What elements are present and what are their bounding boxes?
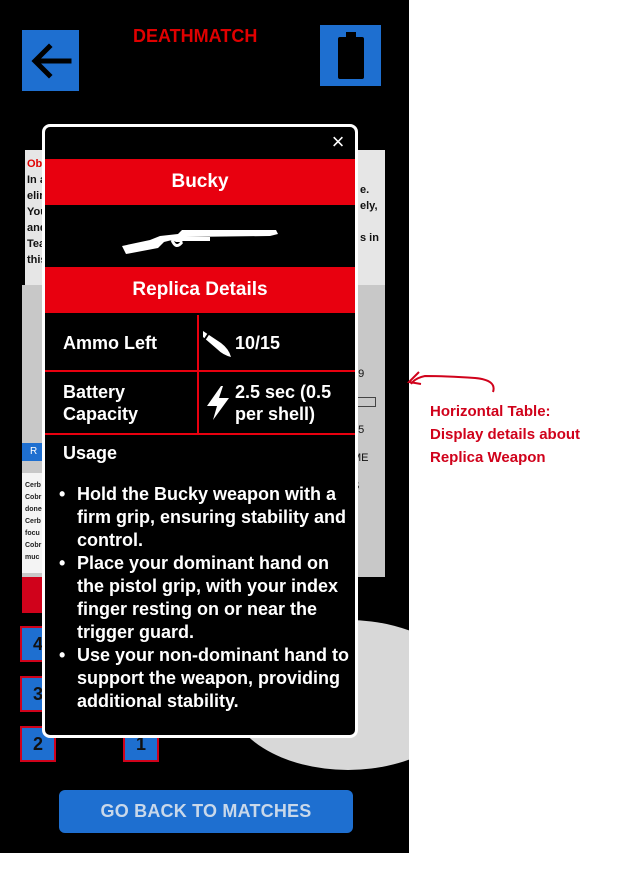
team-list-text: Cerb Cobr done Cerb focu Cobr muc [25, 482, 42, 561]
ammo-left-value: 10/15 [197, 315, 355, 370]
close-icon[interactable]: × [327, 131, 349, 153]
battery-icon [337, 31, 364, 79]
list-item: Hold the Bucky weapon with a firm grip, … [59, 483, 349, 552]
ammo-left-label: Ammo Left [63, 332, 157, 353]
battery-capacity-value: 2.5 sec (0.5 per shell) [197, 372, 355, 433]
rifle-image [45, 207, 355, 269]
replica-details-header: Replica Details [45, 267, 355, 313]
background-red-button[interactable] [22, 577, 44, 613]
bullet-icon [203, 330, 231, 357]
replica-details-table: Ammo Left 10/15 Battery Capacity 2.5 sec… [45, 315, 355, 435]
page-title: DEATHMATCH [133, 26, 258, 46]
table-row: Battery Capacity 2.5 sec (0.5 per shell) [45, 372, 355, 433]
list-item: Use your non-dominant hand to support th… [59, 644, 349, 713]
annotation-text: Horizontal Table: Display details about … [430, 403, 581, 466]
battery-capacity-label: Battery Capacity [63, 381, 139, 424]
arrow-left-icon [30, 42, 71, 79]
usage-title: Usage [63, 443, 118, 463]
objective-text-right: e. ely, s in [360, 184, 379, 244]
go-back-to-matches-button[interactable]: GO BACK TO MATCHES [59, 790, 353, 833]
weapon-name-header: Bucky [45, 159, 355, 205]
table-divider [45, 433, 355, 435]
list-item: Place your dominant hand on the pistol g… [59, 552, 349, 644]
back-button[interactable] [22, 30, 79, 91]
rifle-icon [122, 230, 278, 254]
table-row: Ammo Left 10/15 [45, 315, 355, 370]
usage-list: Hold the Bucky weapon with a firm grip, … [59, 483, 349, 713]
replica-details-modal: × Bucky Replica Details Ammo Left 10/15 … [42, 124, 358, 738]
battery-button[interactable] [320, 25, 381, 86]
lightning-icon [207, 385, 229, 420]
background-small-button[interactable]: R [22, 443, 44, 461]
